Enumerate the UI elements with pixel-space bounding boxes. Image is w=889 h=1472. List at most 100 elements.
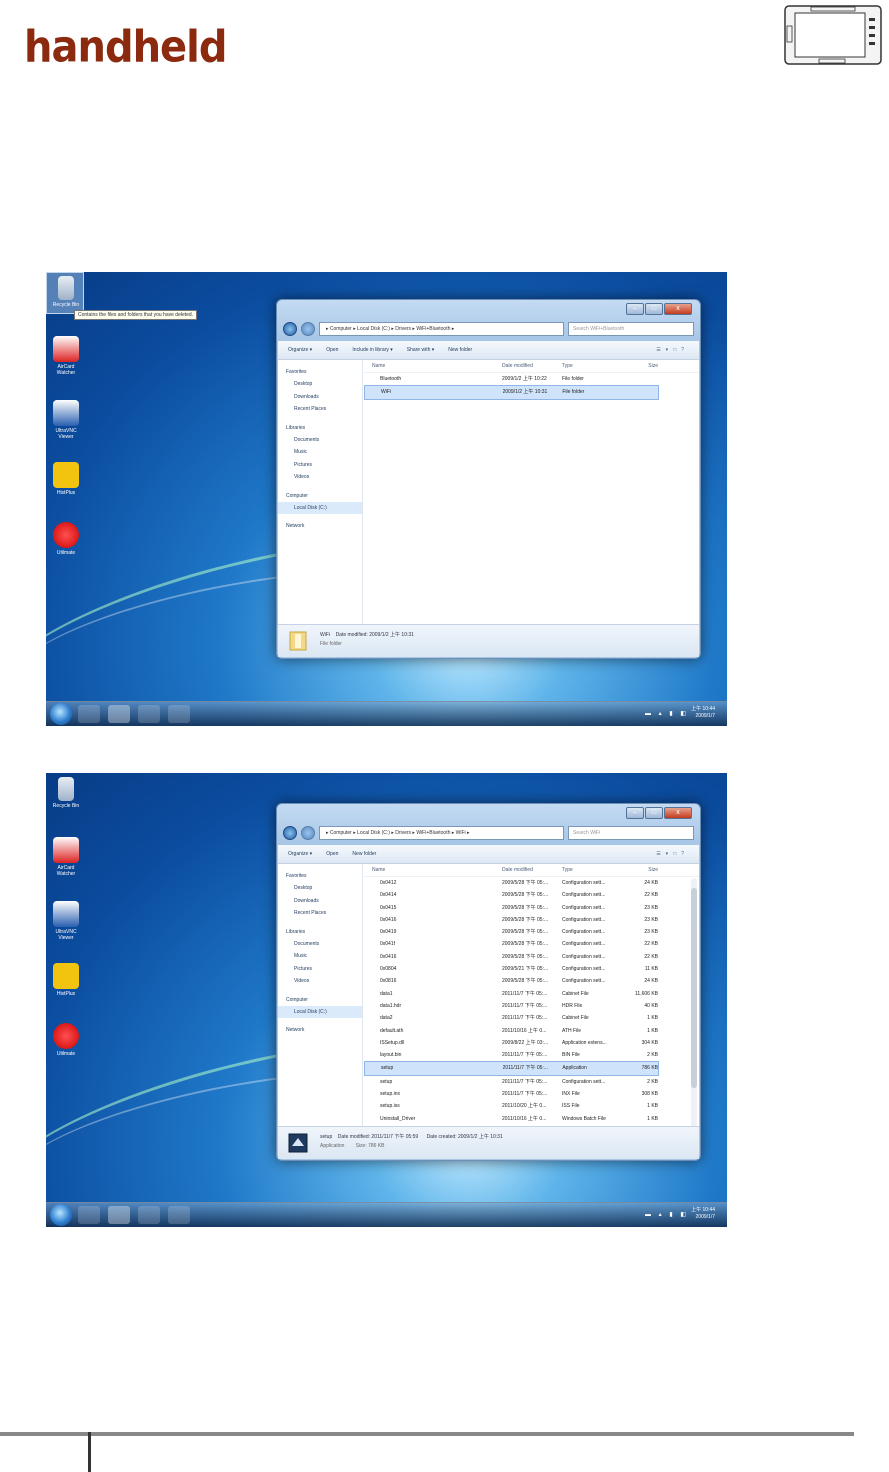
file-row[interactable]: data1.hdr 2011/11/7 下午 05:... HDR File 40 K… [364,1000,699,1012]
start-button[interactable] [50,1204,72,1226]
nav-local-disk[interactable]: Local Disk (C:) [278,502,362,515]
col-size[interactable]: Size [618,864,658,876]
nav-network[interactable]: Network [278,520,362,532]
scrollbar[interactable] [691,878,697,1145]
file-row-wifi[interactable]: WiFi 2009/1/2 上午 10:31 File folder [364,385,659,400]
desktop-icon-utilmate[interactable]: Utilmate [49,522,83,556]
open-button[interactable]: Open [326,347,338,353]
desktop-icon-histplus[interactable]: HistPlus [49,963,83,997]
col-name[interactable]: Name [368,360,502,372]
new-folder-button[interactable]: New folder [448,347,472,353]
taskbar-app-icon[interactable] [168,705,190,723]
back-button[interactable] [283,322,297,336]
col-type[interactable]: Type [562,360,618,372]
view-options-icon[interactable]: ☰▾□? [656,851,689,857]
search-input[interactable]: Search WiFi [568,826,694,840]
nav-documents[interactable]: Documents [278,434,362,446]
nav-videos[interactable]: Videos [278,975,362,987]
file-row[interactable]: Uninstall_Driver 2011/10/16 上午 0... Window… [364,1113,699,1125]
desktop-icon-histplus[interactable]: HistPlus [49,462,83,496]
minimize-button[interactable]: – [626,807,644,819]
file-row[interactable]: 0x0419 2009/5/28 下午 05:... Configuration s… [364,926,699,938]
desktop-icon-vnc[interactable]: UltraVNC Viewer [49,901,83,941]
taskbar-app-icon[interactable] [168,1206,190,1224]
nav-libraries[interactable]: Libraries [278,926,362,938]
clock[interactable]: 上午 10:44 2009/1/7 [691,706,715,720]
file-row[interactable]: 0x0412 2009/5/28 下午 05:... Configuration s… [364,877,699,889]
clock[interactable]: 上午 10:44 2009/1/7 [691,1207,715,1221]
file-row[interactable]: 0x0416 2009/5/28 下午 05:... Configuration s… [364,914,699,926]
file-row[interactable]: setup.inx 2011/11/7 下午 05:... INX File 308 … [364,1088,699,1100]
forward-button[interactable] [301,826,315,840]
file-row[interactable]: 0x0414 2009/5/28 下午 05:... Configuration s… [364,889,699,901]
file-row[interactable]: setup.iss 2011/10/20 上午 0... ISS File 1 KB [364,1100,699,1112]
nav-libraries[interactable]: Libraries [278,422,362,434]
file-row[interactable]: data2 2011/11/7 下午 05:... Cabinet File 1 KB [364,1012,699,1024]
file-row[interactable]: 0x0804 2009/5/21 下午 05:... Configuration s… [364,963,699,975]
nav-downloads[interactable]: Downloads [278,895,362,907]
search-input[interactable]: Search WiFi+Bluetooth [568,322,694,336]
back-button[interactable] [283,826,297,840]
address-bar[interactable]: ▸ Computer ▸ Local Disk (C:) ▸ Drivers ▸… [319,826,564,840]
nav-favorites[interactable]: Favorites [278,366,362,378]
taskbar-explorer-icon[interactable] [108,705,130,723]
close-button[interactable]: x [664,303,692,315]
nav-favorites[interactable]: Favorites [278,870,362,882]
file-row[interactable]: data1 2011/11/7 下午 05:... Cabinet File 11,6… [364,988,699,1000]
organize-button[interactable]: Organize ▾ [288,347,312,353]
nav-desktop[interactable]: Desktop [278,882,362,894]
desktop-icon-recycle-bin[interactable]: Recycle Bin [49,777,83,809]
tray-icons[interactable]: ▬ ▴ ▮ ◧ [645,1211,689,1218]
nav-computer[interactable]: Computer [278,994,362,1006]
col-date[interactable]: Date modified [502,864,562,876]
new-folder-button[interactable]: New folder [352,851,376,857]
nav-documents[interactable]: Documents [278,938,362,950]
nav-desktop[interactable]: Desktop [278,378,362,390]
desktop-icon-aircard[interactable]: AirCard Watcher [49,837,83,877]
open-button[interactable]: Open [326,851,338,857]
nav-computer[interactable]: Computer [278,490,362,502]
nav-recent[interactable]: Recent Places [278,403,362,415]
taskbar-explorer-icon[interactable] [108,1206,130,1224]
desktop-icon-recycle-bin[interactable]: Recycle Bin [49,276,83,308]
include-library-button[interactable]: Include in library ▾ [352,347,392,353]
file-row-bluetooth[interactable]: Bluetooth 2009/1/2 上午 10:22 File folder [364,373,699,385]
share-with-button[interactable]: Share with ▾ [407,347,435,353]
file-row[interactable]: 0x0816 2009/5/28 下午 05:... Configuration s… [364,975,699,987]
file-row[interactable]: setup 2011/11/7 下午 05:... Application 786 K… [364,1061,659,1076]
file-row[interactable]: default.ath 2011/10/16 上午 0... ATH File 1 K… [364,1025,699,1037]
tray-icons[interactable]: ▬ ▴ ▮ ◧ [645,710,689,717]
file-row[interactable]: 0x0416 2009/5/28 下午 05:... Configuration s… [364,951,699,963]
file-row[interactable]: 0x041f 2009/5/28 下午 05:... Configuration s… [364,938,699,950]
nav-pictures[interactable]: Pictures [278,963,362,975]
file-row[interactable]: 0x0415 2009/5/28 下午 05:... Configuration s… [364,902,699,914]
start-button[interactable] [50,703,72,725]
nav-network[interactable]: Network [278,1024,362,1036]
close-button[interactable]: x [664,807,692,819]
forward-button[interactable] [301,322,315,336]
taskbar-ie-icon[interactable] [78,1206,100,1224]
nav-recent[interactable]: Recent Places [278,907,362,919]
address-bar[interactable]: ▸ Computer ▸ Local Disk (C:) ▸ Drivers ▸… [319,322,564,336]
view-options-icon[interactable]: ☰▾□? [656,347,689,353]
organize-button[interactable]: Organize ▾ [288,851,312,857]
file-row[interactable]: ISSetup.dll 2009/8/22 上午 03:... Applicatio… [364,1037,699,1049]
col-date[interactable]: Date modified [502,360,562,372]
nav-videos[interactable]: Videos [278,471,362,483]
minimize-button[interactable]: – [626,303,644,315]
col-type[interactable]: Type [562,864,618,876]
nav-pictures[interactable]: Pictures [278,459,362,471]
nav-local-disk[interactable]: Local Disk (C:) [278,1006,362,1019]
file-row[interactable]: layout.bin 2011/11/7 下午 05:... BIN File 2 K… [364,1049,699,1061]
nav-music[interactable]: Music [278,950,362,962]
file-row[interactable]: setup 2011/11/7 下午 05:... Configuration se… [364,1076,699,1088]
col-name[interactable]: Name [368,864,502,876]
maximize-button[interactable]: □ [645,807,663,819]
taskbar-media-icon[interactable] [138,705,160,723]
nav-music[interactable]: Music [278,446,362,458]
taskbar-media-icon[interactable] [138,1206,160,1224]
col-size[interactable]: Size [618,360,658,372]
desktop-icon-vnc[interactable]: UltraVNC Viewer [49,400,83,440]
maximize-button[interactable]: □ [645,303,663,315]
nav-downloads[interactable]: Downloads [278,391,362,403]
